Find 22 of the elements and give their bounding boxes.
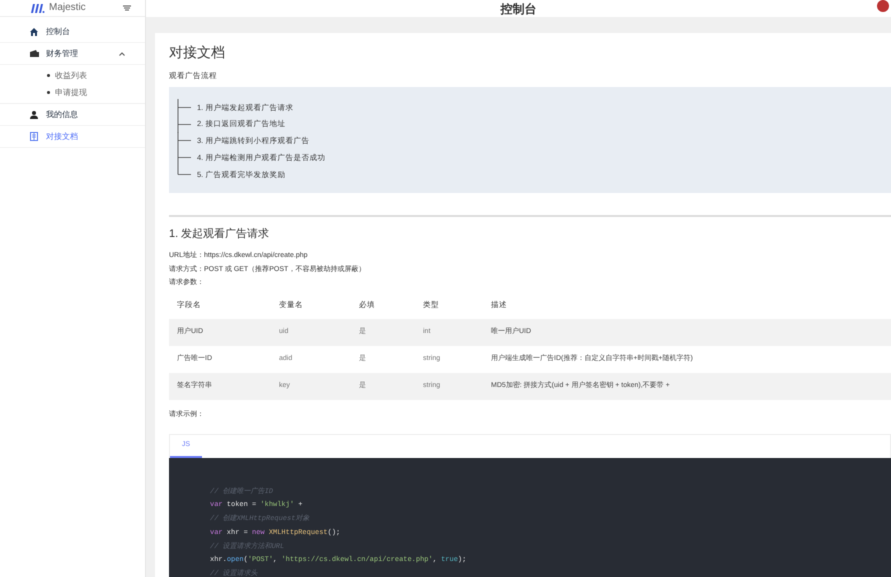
menu-toggle-icon[interactable] bbox=[123, 5, 131, 11]
submenu-item[interactable]: 收益列表 bbox=[55, 70, 87, 82]
tree-branch-icon bbox=[177, 98, 193, 116]
wallet-icon bbox=[30, 50, 39, 57]
bullet-icon bbox=[47, 91, 50, 94]
doc-title: 对接文档 bbox=[169, 43, 226, 61]
submenu-item[interactable]: 申请提现 bbox=[55, 86, 87, 98]
user-icon bbox=[30, 110, 38, 118]
home-icon bbox=[30, 28, 38, 36]
sidebar-item[interactable]: 我的信息 bbox=[0, 104, 145, 126]
bullet-icon bbox=[47, 74, 50, 77]
section-title: 1. 发起观看广告请求 bbox=[169, 227, 270, 241]
logo-icon bbox=[30, 4, 45, 12]
sidebar-item[interactable]: 财务管理 bbox=[0, 43, 145, 65]
tree-branch-icon bbox=[177, 116, 193, 133]
sidebar-item[interactable]: 对接文档 bbox=[0, 126, 145, 148]
tree-branch-icon bbox=[177, 132, 193, 150]
document-icon bbox=[30, 132, 38, 141]
avatar[interactable] bbox=[877, 0, 889, 12]
page-title: 控制台 bbox=[500, 2, 536, 16]
brand-name: Majestic bbox=[49, 2, 86, 14]
sidebar-item[interactable]: 控制台 bbox=[0, 21, 145, 43]
